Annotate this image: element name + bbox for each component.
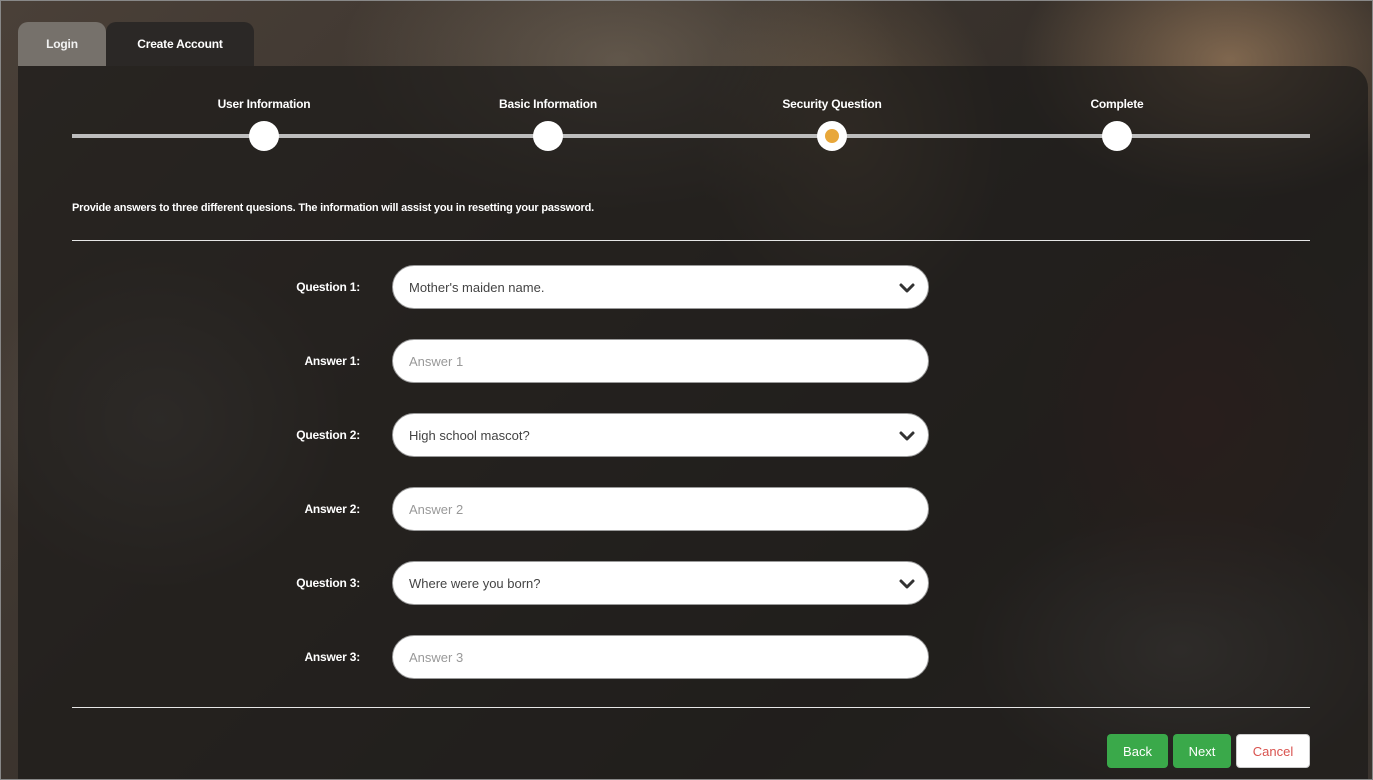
step-label-security-question: Security Question [782, 97, 882, 111]
step-label-complete: Complete [1090, 97, 1144, 111]
instructions-text: Provide answers to three different quesi… [72, 202, 594, 214]
question-1-value: Mother's maiden name. [409, 279, 545, 295]
step-label-user-information: User Information [217, 97, 311, 111]
divider-bottom [72, 707, 1310, 708]
step-dot-user-information [249, 121, 279, 151]
step-dot-basic-information [533, 121, 563, 151]
answer-1-label: Answer 1: [304, 354, 360, 368]
answer-2-input[interactable]: Answer 2 [392, 487, 929, 531]
answer-1-input[interactable]: Answer 1 [392, 339, 929, 383]
cancel-button[interactable]: Cancel [1236, 734, 1310, 768]
divider-top [72, 240, 1310, 241]
next-button[interactable]: Next [1173, 734, 1231, 768]
progress-stepper: User Information Basic Information Secur… [0, 0, 1373, 160]
back-button[interactable]: Back [1107, 734, 1168, 768]
chevron-down-icon [899, 283, 915, 293]
step-label-basic-information: Basic Information [499, 97, 597, 111]
question-2-label: Question 2: [296, 428, 360, 442]
question-2-select[interactable]: High school mascot? [392, 413, 929, 457]
step-dot-security-question [817, 121, 847, 151]
question-1-select[interactable]: Mother's maiden name. [392, 265, 929, 309]
answer-3-input[interactable]: Answer 3 [392, 635, 929, 679]
question-1-label: Question 1: [296, 280, 360, 294]
question-3-value: Where were you born? [409, 575, 541, 591]
answer-2-label: Answer 2: [304, 502, 360, 516]
question-2-value: High school mascot? [409, 427, 530, 443]
chevron-down-icon [899, 431, 915, 441]
step-dot-complete [1102, 121, 1132, 151]
question-3-select[interactable]: Where were you born? [392, 561, 929, 605]
question-3-label: Question 3: [296, 576, 360, 590]
chevron-down-icon [899, 579, 915, 589]
answer-3-label: Answer 3: [304, 650, 360, 664]
